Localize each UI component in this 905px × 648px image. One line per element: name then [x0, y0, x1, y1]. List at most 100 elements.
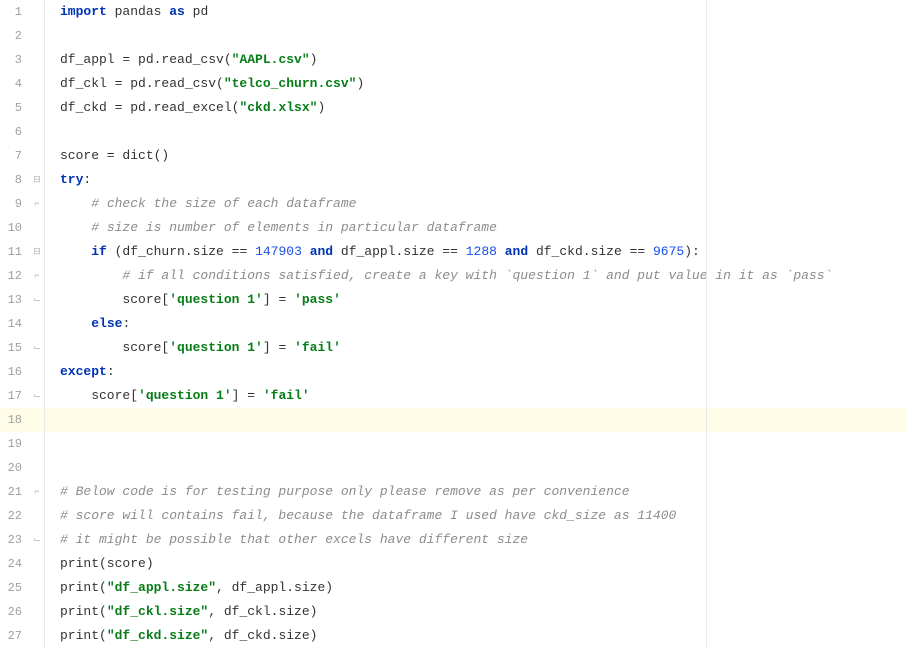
code-line[interactable]: 8⊟try: — [0, 168, 905, 192]
code-line[interactable]: 13⌙ score['question 1'] = 'pass' — [0, 288, 905, 312]
fold-marker[interactable]: ⌙ — [30, 528, 44, 552]
fold-marker[interactable]: ⌐ — [30, 264, 44, 288]
line-number[interactable]: 16 — [0, 360, 30, 384]
line-number[interactable]: 24 — [0, 552, 30, 576]
line-number[interactable]: 4 — [0, 72, 30, 96]
code-line[interactable]: 18 — [0, 408, 905, 432]
line-number[interactable]: 20 — [0, 456, 30, 480]
code-line[interactable]: 17⌙ score['question 1'] = 'fail' — [0, 384, 905, 408]
code-content[interactable]: print(score) — [44, 552, 905, 576]
code-line[interactable]: 9⌐ # check the size of each dataframe — [0, 192, 905, 216]
line-number[interactable]: 27 — [0, 624, 30, 648]
line-number[interactable]: 11 — [0, 240, 30, 264]
code-content[interactable]: # Below code is for testing purpose only… — [44, 480, 905, 504]
line-number[interactable]: 21 — [0, 480, 30, 504]
line-number[interactable]: 12 — [0, 264, 30, 288]
line-number[interactable]: 15 — [0, 336, 30, 360]
line-number[interactable]: 23 — [0, 528, 30, 552]
code-line[interactable]: 27 print("df_ckd.size", df_ckd.size) — [0, 624, 905, 648]
line-number[interactable]: 3 — [0, 48, 30, 72]
line-number[interactable]: 9 — [0, 192, 30, 216]
fold-marker — [30, 360, 44, 384]
code-content[interactable]: score['question 1'] = 'fail' — [44, 336, 905, 360]
line-number[interactable]: 19 — [0, 432, 30, 456]
line-number[interactable]: 5 — [0, 96, 30, 120]
right-margin-guide — [706, 0, 707, 648]
line-number[interactable]: 2 — [0, 24, 30, 48]
fold-marker — [30, 432, 44, 456]
code-line[interactable]: 3 df_appl = pd.read_csv("AAPL.csv") — [0, 48, 905, 72]
code-content[interactable]: print("df_ckd.size", df_ckd.size) — [44, 624, 905, 648]
line-number[interactable]: 18 — [0, 408, 30, 432]
code-line[interactable]: 16 except: — [0, 360, 905, 384]
fold-marker — [30, 72, 44, 96]
code-line[interactable]: 25 print("df_appl.size", df_appl.size) — [0, 576, 905, 600]
line-number[interactable]: 13 — [0, 288, 30, 312]
code-content[interactable]: print("df_appl.size", df_appl.size) — [44, 576, 905, 600]
line-number[interactable]: 8 — [0, 168, 30, 192]
code-content[interactable] — [44, 24, 905, 48]
code-content[interactable]: # size is number of elements in particul… — [44, 216, 905, 240]
code-content[interactable]: df_ckl = pd.read_csv("telco_churn.csv") — [44, 72, 905, 96]
code-content[interactable]: else: — [44, 312, 905, 336]
code-content[interactable]: score = dict() — [44, 144, 905, 168]
code-content[interactable]: # it might be possible that other excels… — [44, 528, 905, 552]
code-line[interactable]: 22 # score will contains fail, because th… — [0, 504, 905, 528]
code-line[interactable]: 20 — [0, 456, 905, 480]
fold-marker — [30, 552, 44, 576]
code-line[interactable]: 2 — [0, 24, 905, 48]
code-content[interactable]: try: — [44, 168, 905, 192]
code-editor[interactable]: 1 import pandas as pd 23 df_appl = pd.read_… — [0, 0, 905, 648]
code-line[interactable]: 24 print(score) — [0, 552, 905, 576]
code-line[interactable]: 19 — [0, 432, 905, 456]
fold-marker[interactable]: ⌐ — [30, 192, 44, 216]
code-line[interactable]: 5 df_ckd = pd.read_excel("ckd.xlsx") — [0, 96, 905, 120]
line-number[interactable]: 10 — [0, 216, 30, 240]
line-number[interactable]: 22 — [0, 504, 30, 528]
code-line[interactable]: 23⌙# it might be possible that other exc… — [0, 528, 905, 552]
code-content[interactable]: score['question 1'] = 'pass' — [44, 288, 905, 312]
line-number[interactable]: 7 — [0, 144, 30, 168]
code-line[interactable]: 6 — [0, 120, 905, 144]
line-number[interactable]: 1 — [0, 0, 30, 24]
code-line[interactable]: 26 print("df_ckl.size", df_ckl.size) — [0, 600, 905, 624]
line-number[interactable]: 14 — [0, 312, 30, 336]
fold-marker — [30, 576, 44, 600]
code-content[interactable]: print("df_ckl.size", df_ckl.size) — [44, 600, 905, 624]
code-line[interactable]: 12⌐ # if all conditions satisfied, creat… — [0, 264, 905, 288]
code-line[interactable]: 4 df_ckl = pd.read_csv("telco_churn.csv") — [0, 72, 905, 96]
code-content[interactable]: df_ckd = pd.read_excel("ckd.xlsx") — [44, 96, 905, 120]
code-content[interactable]: df_appl = pd.read_csv("AAPL.csv") — [44, 48, 905, 72]
line-number[interactable]: 6 — [0, 120, 30, 144]
code-line[interactable]: 14 else: — [0, 312, 905, 336]
fold-marker — [30, 96, 44, 120]
fold-marker — [30, 48, 44, 72]
fold-marker[interactable]: ⌙ — [30, 384, 44, 408]
code-content[interactable]: score['question 1'] = 'fail' — [44, 384, 905, 408]
code-content[interactable]: except: — [44, 360, 905, 384]
code-line[interactable]: 10 # size is number of elements in parti… — [0, 216, 905, 240]
code-line[interactable]: 21⌐# Below code is for testing purpose o… — [0, 480, 905, 504]
fold-marker[interactable]: ⌙ — [30, 336, 44, 360]
fold-marker[interactable]: ⊟ — [30, 168, 44, 192]
code-line[interactable]: 15⌙ score['question 1'] = 'fail' — [0, 336, 905, 360]
code-content[interactable] — [44, 120, 905, 144]
code-line[interactable]: 11⊟ if (df_churn.size == 147903 and df_a… — [0, 240, 905, 264]
line-number[interactable]: 26 — [0, 600, 30, 624]
code-content[interactable]: # score will contains fail, because the … — [44, 504, 905, 528]
code-content[interactable]: import pandas as pd — [44, 0, 905, 24]
line-number[interactable]: 25 — [0, 576, 30, 600]
fold-marker[interactable]: ⌙ — [30, 288, 44, 312]
code-content[interactable]: # check the size of each dataframe — [44, 192, 905, 216]
code-content[interactable] — [44, 408, 905, 432]
code-content[interactable]: if (df_churn.size == 147903 and df_appl.… — [44, 240, 905, 264]
fold-marker — [30, 0, 44, 24]
code-line[interactable]: 1 import pandas as pd — [0, 0, 905, 24]
line-number[interactable]: 17 — [0, 384, 30, 408]
code-content[interactable] — [44, 432, 905, 456]
code-content[interactable]: # if all conditions satisfied, create a … — [44, 264, 905, 288]
code-content[interactable] — [44, 456, 905, 480]
code-line[interactable]: 7 score = dict() — [0, 144, 905, 168]
fold-marker[interactable]: ⊟ — [30, 240, 44, 264]
fold-marker[interactable]: ⌐ — [30, 480, 44, 504]
